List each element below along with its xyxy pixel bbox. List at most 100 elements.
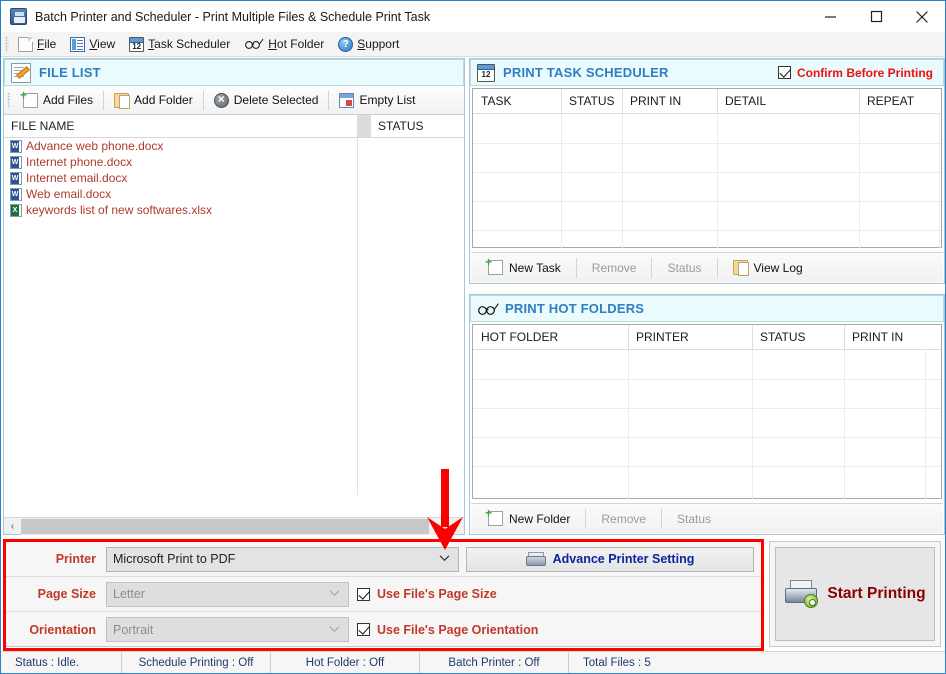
scrollbar-thumb[interactable] — [21, 519, 429, 534]
view-log-button[interactable]: View Log — [721, 257, 815, 278]
window-controls — [807, 1, 945, 32]
help-icon: ? — [338, 37, 353, 52]
toolbar-separator — [717, 258, 718, 278]
column-header-status[interactable]: STATUS — [371, 115, 464, 137]
file-list-title: FILE LIST — [39, 65, 101, 80]
calendar-icon: 12 — [129, 37, 144, 52]
start-printing-label: Start Printing — [827, 585, 925, 603]
menu-item-view[interactable]: View — [65, 35, 124, 54]
column-header-detail[interactable]: DETAIL — [717, 89, 859, 113]
add-folder-label: Add Folder — [134, 93, 193, 107]
toolbar-separator — [328, 91, 329, 110]
menu-item-hot-folder[interactable]: Hot Folder — [239, 35, 333, 54]
chevron-down-icon[interactable] — [439, 555, 450, 562]
total-files-status: Total Files : 5 — [569, 652, 665, 674]
scheduler-toolbar: New Task Remove Status View Log — [471, 252, 943, 282]
file-list-rows: Advance web phone.docx Internet phone.do… — [4, 138, 464, 495]
glasses-icon — [477, 302, 497, 316]
empty-list-button[interactable]: Empty List — [331, 90, 423, 111]
scroll-right-icon[interactable]: › — [447, 518, 464, 535]
folder-status-button[interactable]: Status — [665, 509, 723, 529]
confirm-before-printing-checkbox[interactable]: Confirm Before Printing — [778, 66, 933, 80]
use-file-page-size-checkbox[interactable]: Use File's Page Size — [357, 587, 497, 601]
file-name: Internet phone.docx — [26, 155, 132, 169]
add-folder-button[interactable]: Add Folder — [106, 90, 201, 111]
close-button[interactable] — [899, 1, 945, 32]
menu-item-file[interactable]: File — [13, 35, 65, 54]
add-files-button[interactable]: Add Files — [15, 90, 101, 111]
scheduler-header: 12 PRINT TASK SCHEDULER Confirm Before P… — [470, 59, 944, 86]
excel-file-icon — [10, 204, 22, 217]
delete-selected-label: Delete Selected — [234, 93, 319, 107]
column-header-hot-folder[interactable]: HOT FOLDER — [473, 325, 628, 349]
remove-folder-button[interactable]: Remove — [589, 509, 658, 529]
file-list-toolbar: Add Files Add Folder Delete Selected Emp… — [4, 86, 464, 115]
file-list-horizontal-scrollbar[interactable]: ‹ › — [4, 517, 464, 534]
new-task-label: New Task — [509, 261, 561, 275]
title-bar: Batch Printer and Scheduler - Print Mult… — [1, 1, 945, 32]
new-task-button[interactable]: New Task — [476, 257, 573, 278]
remove-task-button[interactable]: Remove — [580, 258, 649, 278]
hot-folders-column-headers: HOT FOLDER PRINTER STATUS PRINT IN — [473, 325, 941, 350]
column-header-print-in[interactable]: PRINT IN — [622, 89, 717, 113]
list-item[interactable]: keywords list of new softwares.xlsx — [4, 202, 464, 218]
use-file-page-orientation-checkbox[interactable]: Use File's Page Orientation — [357, 623, 538, 637]
scroll-left-icon[interactable]: ‹ — [4, 518, 21, 535]
list-item[interactable]: Internet phone.docx — [4, 154, 464, 170]
file-name: keywords list of new softwares.xlsx — [26, 203, 212, 217]
list-item[interactable]: Web email.docx — [4, 186, 464, 202]
maximize-button[interactable] — [853, 1, 899, 32]
column-header-status[interactable]: STATUS — [561, 89, 622, 113]
checkbox-icon[interactable] — [778, 66, 791, 79]
checkbox-icon[interactable] — [357, 588, 370, 601]
hot-folders-grid: HOT FOLDER PRINTER STATUS PRINT IN — [472, 324, 942, 499]
use-file-page-size-label: Use File's Page Size — [377, 587, 497, 601]
new-folder-button[interactable]: New Folder — [476, 508, 582, 529]
checkbox-icon[interactable] — [357, 623, 370, 636]
menu-item-support[interactable]: ? Support — [333, 35, 408, 54]
printer-label: Printer — [6, 552, 106, 566]
folder-status-label: Status — [677, 512, 711, 526]
advance-printer-setting-button[interactable]: Advance Printer Setting — [466, 547, 754, 572]
hot-folders-toolbar: New Folder Remove Status — [471, 503, 943, 533]
scheduler-grid: TASK STATUS PRINT IN DETAIL REPEAT — [472, 88, 942, 248]
view-log-label: View Log — [754, 261, 803, 275]
column-header-file-name[interactable]: FILE NAME — [4, 115, 357, 137]
task-status-button[interactable]: Status — [655, 258, 713, 278]
page-size-select[interactable]: Letter — [106, 582, 349, 607]
print-hot-folders-panel: PRINT HOT FOLDERS HOT FOLDER PRINTER STA… — [469, 294, 945, 535]
scheduler-rows[interactable] — [473, 114, 941, 248]
toolbar-separator — [585, 509, 586, 529]
printer-icon — [526, 552, 544, 566]
glasses-icon — [244, 37, 264, 52]
add-file-icon — [488, 511, 503, 526]
scheduler-title: PRINT TASK SCHEDULER — [503, 65, 669, 80]
column-header-print-in[interactable]: PRINT IN — [844, 325, 941, 349]
delete-selected-button[interactable]: Delete Selected — [206, 90, 327, 111]
column-header-printer[interactable]: PRINTER — [628, 325, 752, 349]
printer-select[interactable]: Microsoft Print to PDF — [106, 547, 459, 572]
minimize-button[interactable] — [807, 1, 853, 32]
orientation-select[interactable]: Portrait — [106, 617, 349, 642]
menu-item-task-scheduler-label: Task Scheduler — [148, 37, 230, 51]
list-item[interactable]: Internet email.docx — [4, 170, 464, 186]
chevron-down-icon — [329, 590, 340, 597]
hot-folders-rows[interactable] — [473, 350, 941, 499]
application-window: Batch Printer and Scheduler - Print Mult… — [0, 0, 946, 674]
word-file-icon — [10, 188, 22, 201]
orientation-value: Portrait — [113, 623, 153, 637]
batch-printer-status: Batch Printer : Off — [420, 652, 568, 674]
edit-list-icon — [11, 63, 31, 83]
scrollbar-track[interactable] — [21, 518, 447, 535]
list-item[interactable]: Advance web phone.docx — [4, 138, 464, 154]
start-printing-button[interactable]: Start Printing — [775, 547, 935, 641]
column-header-task[interactable]: TASK — [473, 89, 561, 113]
hot-folders-title: PRINT HOT FOLDERS — [505, 301, 644, 316]
menu-item-task-scheduler[interactable]: 12 Task Scheduler — [124, 35, 239, 54]
toolbar-separator — [203, 91, 204, 110]
column-header-status[interactable]: STATUS — [752, 325, 844, 349]
use-file-page-orientation-label: Use File's Page Orientation — [377, 623, 538, 637]
column-header-repeat[interactable]: REPEAT — [859, 89, 941, 113]
column-divider[interactable] — [357, 115, 371, 137]
printer-value: Microsoft Print to PDF — [113, 552, 235, 566]
